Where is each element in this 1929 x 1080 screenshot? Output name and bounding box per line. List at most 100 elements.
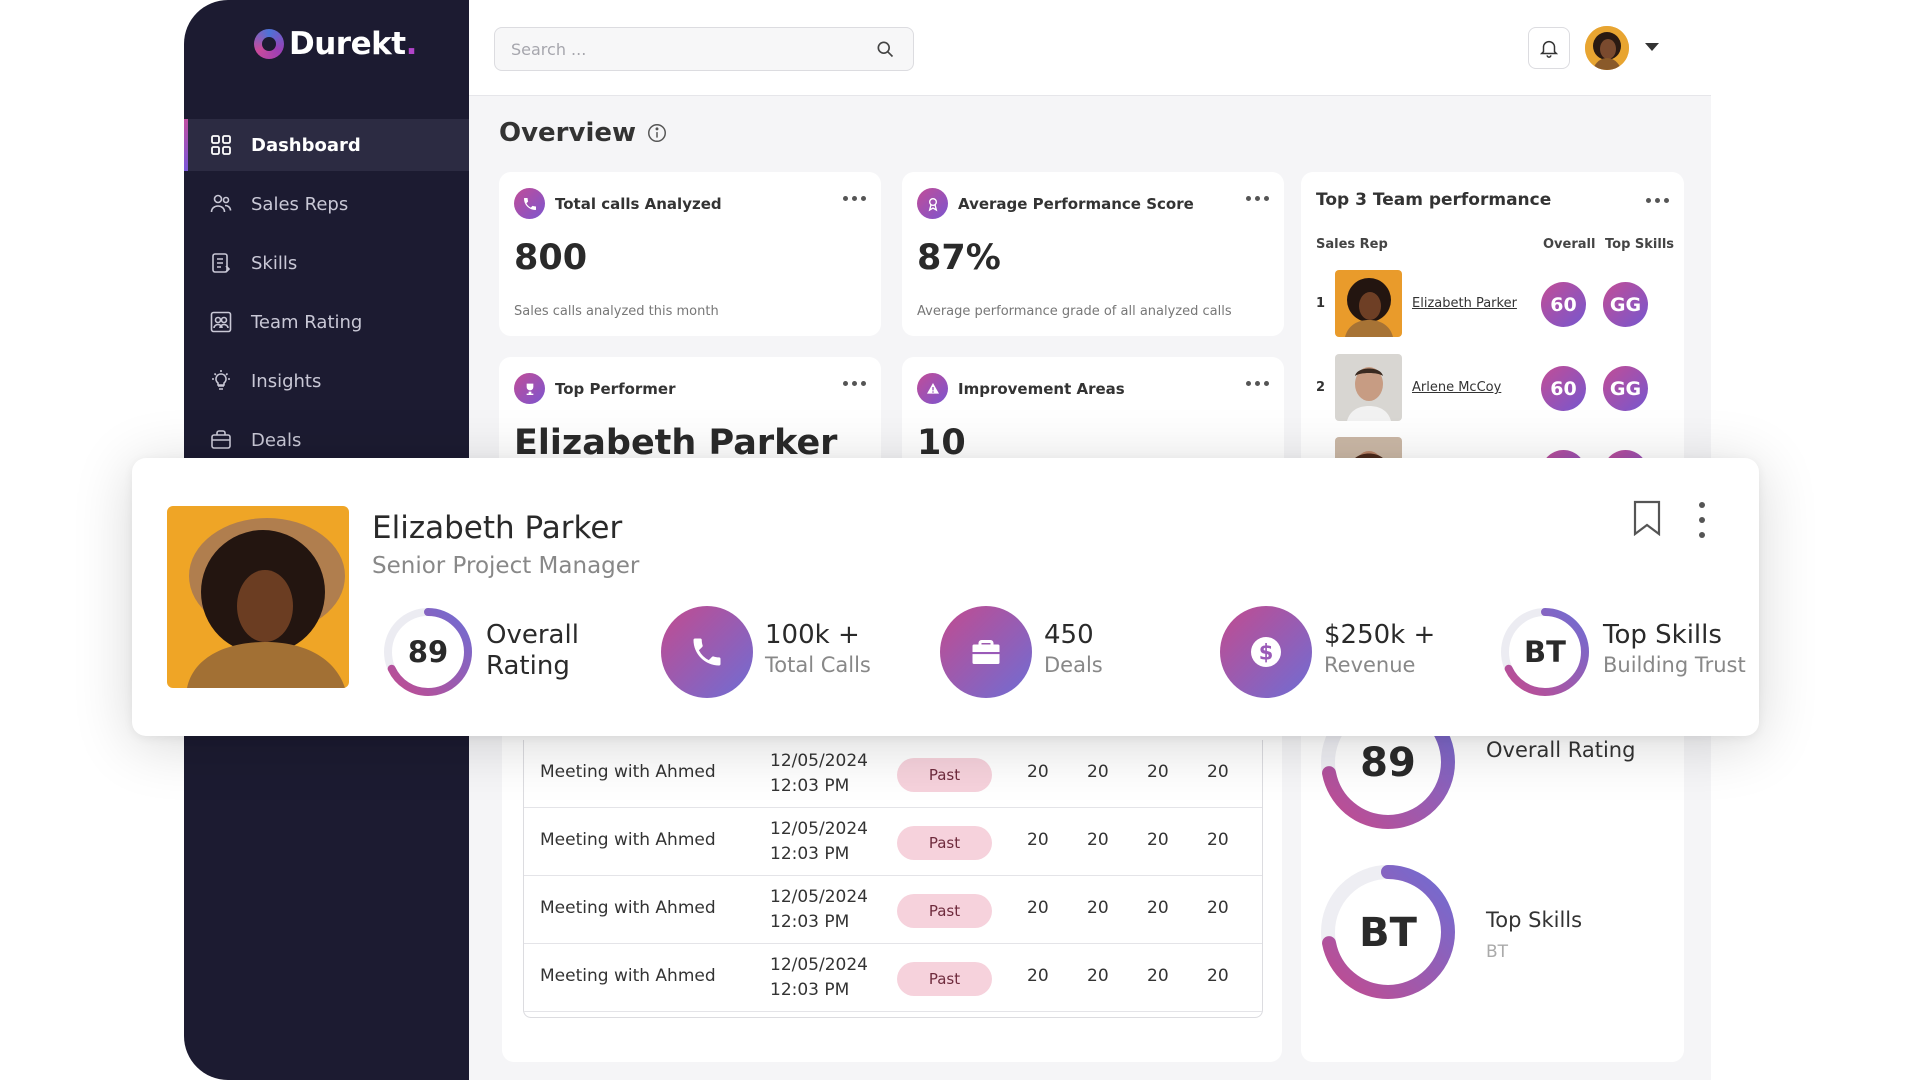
status-badge: Past xyxy=(897,894,992,928)
notifications-button[interactable] xyxy=(1528,27,1570,69)
stat-top-skills: BT Top Skills Building Trust xyxy=(1499,606,1749,698)
stat-value: $250k + xyxy=(1324,620,1436,650)
search-placeholder: Search ... xyxy=(511,39,587,59)
overall-score-badge: 60 xyxy=(1541,282,1586,327)
score-cell: 20 xyxy=(1147,762,1169,782)
stat-value: 450 xyxy=(1044,620,1094,650)
more-options-button[interactable] xyxy=(1697,502,1707,538)
card-menu-button[interactable] xyxy=(843,196,866,201)
avatar xyxy=(1335,270,1402,337)
search-icon[interactable] xyxy=(875,39,895,59)
sidebar-item-dashboard[interactable]: Dashboard xyxy=(184,119,469,171)
score-cell: 20 xyxy=(1147,966,1169,986)
card-menu-button[interactable] xyxy=(1646,198,1669,203)
column-header-rep: Sales Rep xyxy=(1316,237,1388,252)
meeting-datetime: 12/05/2024 12:03 PM xyxy=(770,955,868,1000)
score-cell: 20 xyxy=(1087,762,1109,782)
lightbulb-icon xyxy=(209,369,233,393)
svg-text:$: $ xyxy=(1259,641,1274,665)
rep-name-link[interactable]: Elizabeth Parker xyxy=(1412,296,1517,311)
sidebar-item-label: Deals xyxy=(251,429,302,451)
alert-icon xyxy=(917,373,948,404)
meetings-table: Meeting with Ahmed 12/05/2024 12:03 PM Pa… xyxy=(523,740,1263,1018)
stat-value: Top Skills xyxy=(1603,620,1722,650)
score-cell: 20 xyxy=(1207,830,1229,850)
profile-photo xyxy=(167,506,349,688)
status-badge: Past xyxy=(897,962,992,996)
trophy-icon xyxy=(514,373,545,404)
sidebar-item-sales-reps[interactable]: Sales Reps xyxy=(184,178,469,230)
card-header: Top Performer xyxy=(514,373,676,404)
page-title: Overview xyxy=(499,118,668,148)
card-title: Improvement Areas xyxy=(958,379,1125,398)
card-subtitle: Sales calls analyzed this month xyxy=(514,304,719,319)
stat-label: Revenue xyxy=(1324,653,1416,677)
skills-badge: GG xyxy=(1603,282,1648,327)
sidebar-item-team-rating[interactable]: Team Rating xyxy=(184,296,469,348)
bookmark-icon[interactable] xyxy=(1632,500,1662,536)
top-skills-label: Top Skills xyxy=(1486,908,1583,932)
score-cell: 20 xyxy=(1207,762,1229,782)
card-header: Improvement Areas xyxy=(917,373,1125,404)
table-row[interactable]: Meeting with Ahmed 12/05/2024 12:03 PM Pa… xyxy=(524,740,1262,808)
search-input[interactable]: Search ... xyxy=(494,27,914,71)
info-icon[interactable] xyxy=(646,122,668,144)
card-value: Elizabeth Parker xyxy=(514,423,838,463)
score-cell: 20 xyxy=(1027,762,1049,782)
card-title: Total calls Analyzed xyxy=(555,194,722,213)
dollar-icon: $ xyxy=(1220,606,1312,698)
award-icon xyxy=(917,188,948,219)
overview-title-text: Overview xyxy=(499,118,637,148)
sidebar-nav: Dashboard Sales Reps Skills Team Rating … xyxy=(184,119,469,473)
meeting-name: Meeting with Ahmed xyxy=(540,762,716,782)
overall-rating-value: 89 xyxy=(1360,740,1416,786)
column-header-skills: Top Skills xyxy=(1605,237,1675,252)
status-badge: Past xyxy=(897,758,992,792)
score-cell: 20 xyxy=(1207,966,1229,986)
stat-total-calls: 100k + Total Calls xyxy=(661,606,901,698)
sidebar-item-label: Insights xyxy=(251,370,322,392)
score-cell: 20 xyxy=(1207,898,1229,918)
stat-label: Overall xyxy=(486,620,579,650)
stat-deals: 450 Deals xyxy=(940,606,1140,698)
users-icon xyxy=(209,192,233,216)
sidebar-item-label: Sales Reps xyxy=(251,193,349,215)
logo-icon xyxy=(254,29,284,59)
rank: 2 xyxy=(1316,380,1326,395)
score-cell: 20 xyxy=(1087,830,1109,850)
bell-icon xyxy=(1539,40,1559,58)
briefcase-icon xyxy=(209,428,233,452)
skills-badge: BT xyxy=(1524,635,1566,669)
phone-icon xyxy=(514,188,545,219)
sidebar-item-insights[interactable]: Insights xyxy=(184,355,469,407)
meeting-datetime: 12/05/2024 12:03 PM xyxy=(770,751,868,796)
score-cell: 20 xyxy=(1087,898,1109,918)
user-avatar[interactable] xyxy=(1585,26,1629,70)
overall-rating-label: Overall Rating xyxy=(1486,738,1636,762)
skills-badge: GG xyxy=(1603,366,1648,411)
card-value: 10 xyxy=(917,423,966,463)
skills-icon xyxy=(209,251,233,275)
rep-name-link[interactable]: Arlene McCoy xyxy=(1412,380,1501,395)
rep-profile-card: Elizabeth Parker Senior Project Manager … xyxy=(132,458,1759,736)
top-bar: Search ... xyxy=(469,0,1711,96)
score-cell: 20 xyxy=(1087,966,1109,986)
brand-logo[interactable]: Durekt. xyxy=(254,26,417,62)
meeting-name: Meeting with Ahmed xyxy=(540,966,716,986)
phone-icon xyxy=(661,606,753,698)
top-skills-value: BT xyxy=(1359,910,1417,956)
logo-text: Durekt. xyxy=(289,26,417,62)
card-menu-button[interactable] xyxy=(1246,196,1269,201)
chevron-down-icon[interactable] xyxy=(1645,43,1659,51)
dashboard-icon xyxy=(209,133,233,157)
rank: 1 xyxy=(1316,296,1326,311)
score-cell: 20 xyxy=(1027,830,1049,850)
sidebar-item-skills[interactable]: Skills xyxy=(184,237,469,289)
table-row[interactable]: Meeting with Ahmed 12/05/2024 12:03 PM Pa… xyxy=(524,808,1262,876)
table-row[interactable]: Meeting with Ahmed 12/05/2024 12:03 PM Pa… xyxy=(524,944,1262,1012)
card-menu-button[interactable] xyxy=(1246,381,1269,386)
stat-label: Total Calls xyxy=(765,653,871,677)
table-row[interactable]: Meeting with Ahmed 12/05/2024 12:03 PM Pa… xyxy=(524,876,1262,944)
status-badge: Past xyxy=(897,826,992,860)
card-menu-button[interactable] xyxy=(843,381,866,386)
